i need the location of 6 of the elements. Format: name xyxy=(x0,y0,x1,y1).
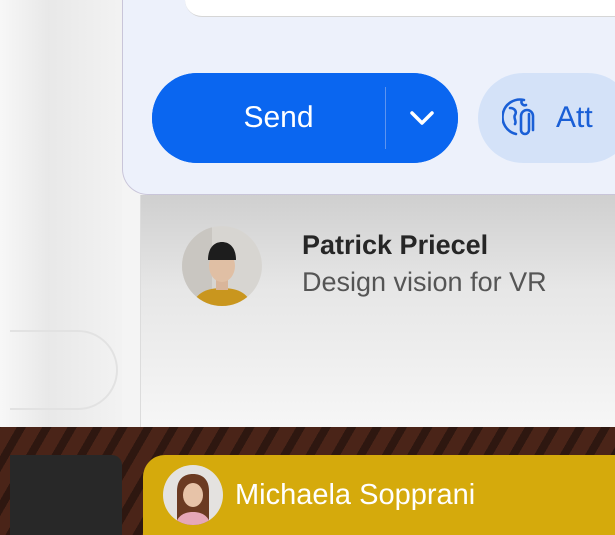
sender-name: Patrick Priecel xyxy=(302,230,490,261)
message-preview: Design vision for VR xyxy=(302,267,547,298)
attach-button[interactable]: Att xyxy=(478,73,615,163)
chevron-down-icon xyxy=(409,110,435,126)
message-field[interactable] xyxy=(185,0,615,17)
contact-name: Michaela Sopprani xyxy=(235,478,476,512)
